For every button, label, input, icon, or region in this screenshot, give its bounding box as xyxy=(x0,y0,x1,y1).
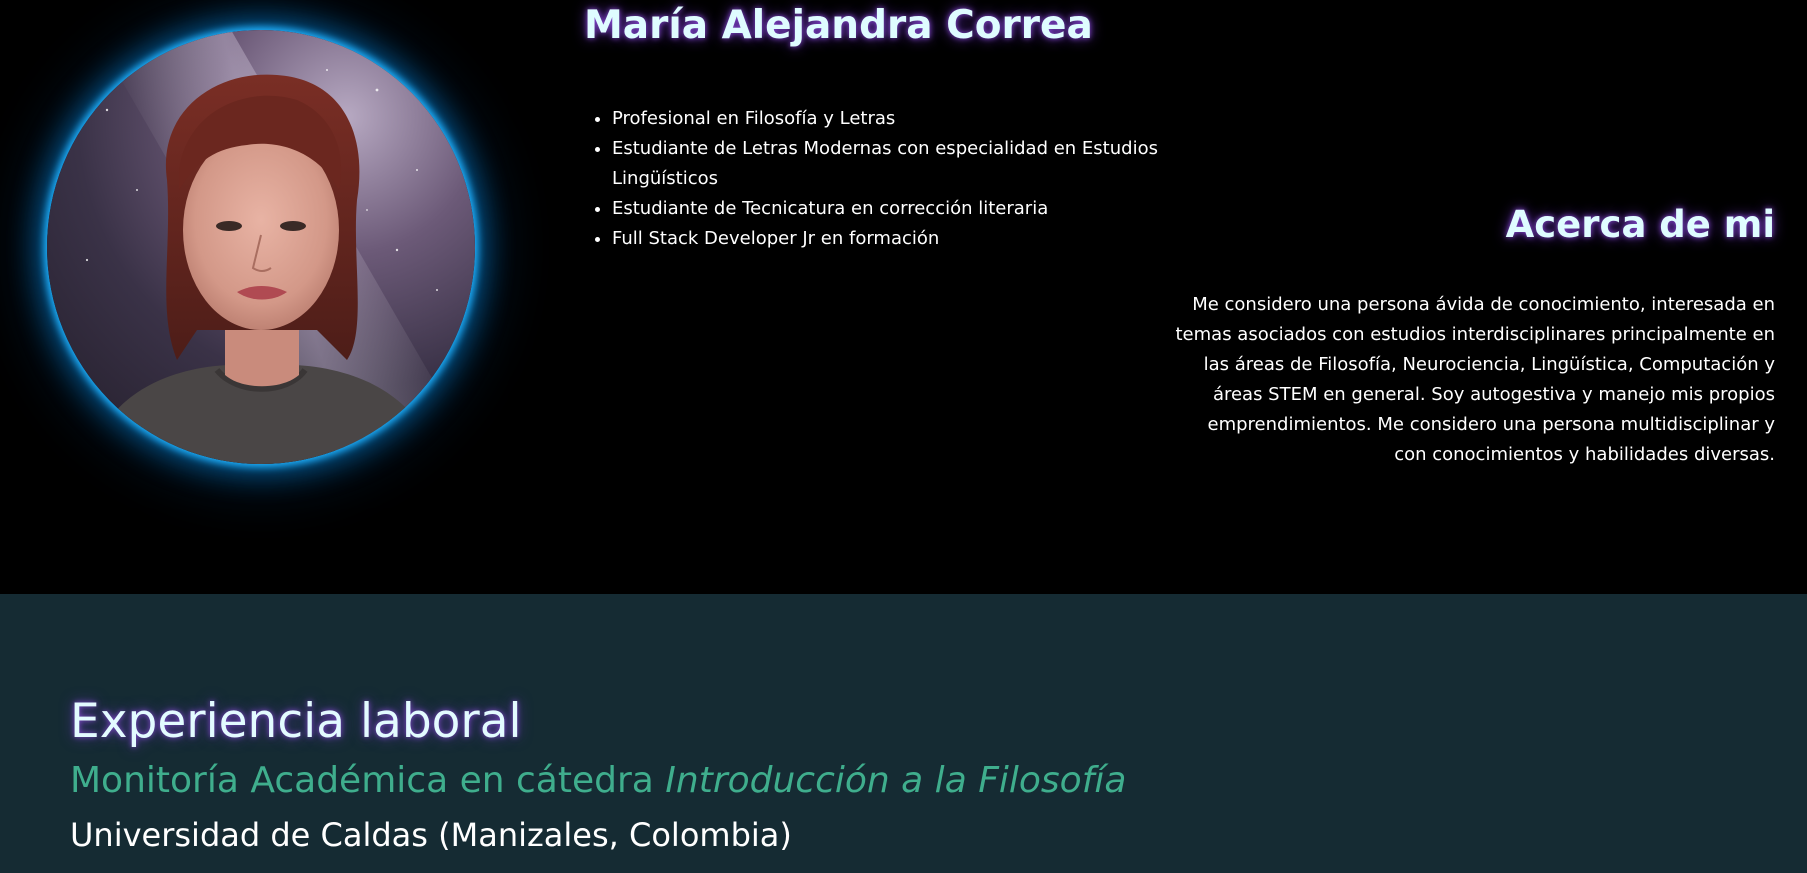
qualification-item: Estudiante de Tecnicatura en corrección … xyxy=(612,194,1172,224)
qualification-item: Profesional en Filosofía y Letras xyxy=(612,104,1172,134)
about-text: Me considero una persona ávida de conoci… xyxy=(1175,294,1776,465)
job-role: Monitoría Académica en cátedra xyxy=(70,760,654,801)
qualifications-list: Profesional en Filosofía y Letras Estudi… xyxy=(590,104,1172,254)
about-heading: Acerca de mi xyxy=(1505,203,1775,246)
hero-section: María Alejandra Correa Profesional en Fi… xyxy=(0,0,1807,594)
experience-section: Experiencia laboral Monitoría Académica … xyxy=(0,594,1807,873)
profile-photo xyxy=(47,30,475,464)
job-place: Universidad de Caldas (Manizales, Colomb… xyxy=(70,816,792,854)
profile-name: María Alejandra Correa xyxy=(584,3,1093,48)
qualification-item: Estudiante de Letras Modernas con especi… xyxy=(612,134,1172,194)
job-course: Introducción a la Filosofía xyxy=(665,760,1127,801)
job-title: Monitoría Académica en cátedra Introducc… xyxy=(70,758,1126,804)
page: María Alejandra Correa Profesional en Fi… xyxy=(0,0,1807,873)
qualification-item: Full Stack Developer Jr en formación xyxy=(612,224,1172,254)
experience-heading: Experiencia laboral xyxy=(70,694,522,749)
profile-photo-illustration xyxy=(47,30,475,464)
